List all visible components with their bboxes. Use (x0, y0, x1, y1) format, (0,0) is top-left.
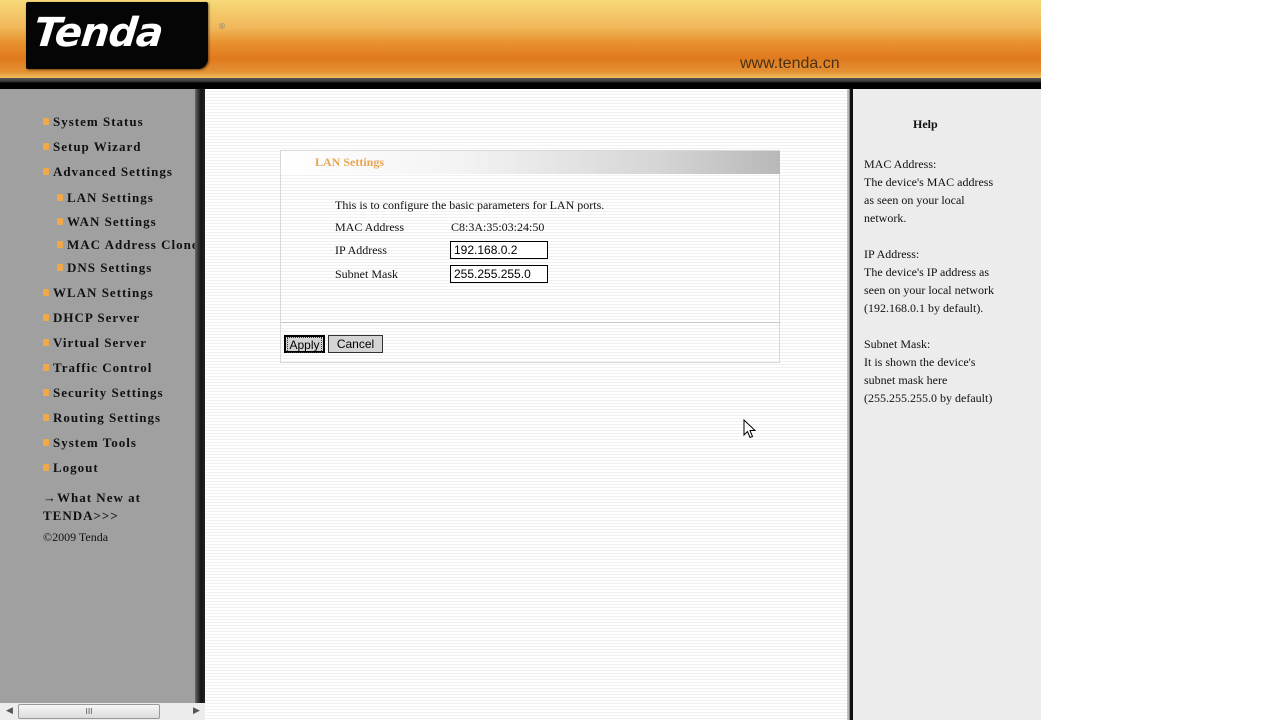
bullet-icon (43, 464, 49, 471)
bullet-icon (43, 143, 49, 150)
sidebar-item-system-status[interactable]: System Status (43, 114, 144, 130)
router-admin-page: Tenda ® www.tenda.cn System Status Setup… (0, 0, 1041, 720)
site-url: www.tenda.cn (740, 55, 840, 72)
help-line: (192.168.0.1 by default). (864, 301, 984, 315)
help-line: The device's IP address as (864, 265, 990, 279)
logo-text: Tenda (31, 10, 165, 56)
nav-label: Routing Settings (53, 410, 162, 425)
sidebar-frame-border[interactable] (195, 89, 205, 703)
blank-area (1041, 0, 1280, 720)
scroll-right-arrow-icon[interactable]: ▶ (193, 706, 200, 716)
subnet-mask-label: Subnet Mask (335, 267, 398, 281)
nav-label: LAN Settings (67, 190, 154, 205)
nav-label: DHCP Server (53, 310, 141, 325)
nav-label: Setup Wizard (53, 139, 142, 154)
nav-label: WLAN Settings (53, 285, 154, 300)
sidebar-item-lan-settings[interactable]: LAN Settings (57, 190, 154, 206)
sidebar-item-mac-address-clone[interactable]: MAC Address Clone (57, 237, 199, 253)
sidebar-item-dhcp-server[interactable]: DHCP Server (43, 310, 140, 326)
help-section-subnet: Subnet Mask: It is shown the device's su… (864, 335, 1034, 407)
panel-title-bar: LAN Settings (281, 151, 780, 174)
help-line: as seen on your local (864, 193, 965, 207)
help-panel: Help MAC Address: The device's MAC addre… (853, 89, 1041, 720)
ip-address-input[interactable] (450, 241, 548, 259)
sidebar-item-virtual-server[interactable]: Virtual Server (43, 335, 147, 351)
sidebar-item-setup-wizard[interactable]: Setup Wizard (43, 139, 141, 155)
help-body: MAC Address: The device's MAC address as… (864, 155, 1034, 425)
bullet-icon (57, 218, 63, 225)
sidebar-item-system-tools[interactable]: System Tools (43, 435, 137, 451)
bullet-icon (43, 118, 49, 125)
registered-mark: ® (218, 22, 226, 31)
nav-label: Advanced Settings (53, 164, 173, 179)
help-line: subnet mask here (864, 373, 948, 387)
bullet-icon (43, 389, 49, 396)
sidebar-item-advanced-settings[interactable]: Advanced Settings (43, 164, 173, 180)
nav-label: WAN Settings (67, 214, 157, 229)
whats-new-link[interactable]: →What New at TENDA>>> (43, 489, 183, 525)
nav-label: System Tools (53, 435, 137, 450)
sidebar-item-security-settings[interactable]: Security Settings (43, 385, 164, 401)
bullet-icon (43, 289, 49, 296)
help-line: It is shown the device's (864, 355, 976, 369)
mouse-pointer-icon (743, 419, 757, 439)
nav-label: Virtual Server (53, 335, 148, 350)
nav-label: System Status (53, 114, 144, 129)
sidebar-nav: System Status Setup Wizard Advanced Sett… (0, 89, 198, 703)
nav-label: DNS Settings (67, 260, 153, 275)
help-line: The device's MAC address (864, 175, 994, 189)
nav-label: MAC Address Clone (67, 237, 199, 252)
scrollbar-thumb[interactable]: III (18, 704, 160, 719)
panel-title: LAN Settings (315, 155, 385, 169)
help-heading: Subnet Mask: (864, 337, 931, 351)
help-line: network. (864, 211, 907, 225)
copyright-text: ©2009 Tenda (43, 530, 109, 544)
bullet-icon (43, 168, 49, 175)
cancel-button[interactable]: Cancel (328, 335, 383, 353)
scroll-left-arrow-icon[interactable]: ◀ (6, 706, 13, 716)
sidebar-item-logout[interactable]: Logout (43, 460, 99, 476)
sidebar-item-routing-settings[interactable]: Routing Settings (43, 410, 161, 426)
bullet-icon (57, 241, 63, 248)
mac-address-label: MAC Address (335, 220, 405, 234)
help-heading: MAC Address: (864, 157, 937, 171)
ip-address-label: IP Address (335, 243, 387, 257)
bullet-icon (43, 414, 49, 421)
help-line: seen on your local network (864, 283, 994, 297)
bullet-icon (43, 364, 49, 371)
subnet-mask-input[interactable] (450, 265, 548, 283)
help-section-ip: IP Address: The device's IP address as s… (864, 245, 1034, 317)
bullet-icon (57, 194, 63, 201)
tenda-logo: Tenda ® (26, 2, 226, 69)
lan-settings-panel: LAN Settings This is to configure the ba… (280, 150, 780, 363)
nav-label: Security Settings (53, 385, 164, 400)
mac-address-value: C8:3A:35:03:24:50 (451, 220, 545, 234)
bullet-icon (43, 339, 49, 346)
sidebar-horizontal-scrollbar[interactable]: ◀ III ▶ (0, 703, 205, 720)
apply-label: Apply (287, 337, 322, 353)
apply-button[interactable]: Apply (284, 335, 325, 353)
bullet-icon (43, 439, 49, 446)
bullet-icon (43, 314, 49, 321)
header-divider (0, 78, 1041, 89)
sidebar-item-traffic-control[interactable]: Traffic Control (43, 360, 152, 376)
help-line: (255.255.255.0 by default) (864, 391, 993, 405)
panel-description: This is to configure the basic parameter… (335, 198, 605, 212)
nav-label: Traffic Control (53, 360, 153, 375)
help-section-mac: MAC Address: The device's MAC address as… (864, 155, 1034, 227)
bullet-icon (57, 264, 63, 271)
sidebar-item-wan-settings[interactable]: WAN Settings (57, 214, 157, 230)
help-title: Help (913, 117, 938, 131)
sidebar-item-wlan-settings[interactable]: WLAN Settings (43, 285, 154, 301)
help-heading: IP Address: (864, 247, 920, 261)
header-banner: Tenda ® www.tenda.cn (0, 0, 1041, 78)
sidebar-item-dns-settings[interactable]: DNS Settings (57, 260, 152, 276)
nav-label: Logout (53, 460, 99, 475)
panel-divider (281, 322, 780, 323)
